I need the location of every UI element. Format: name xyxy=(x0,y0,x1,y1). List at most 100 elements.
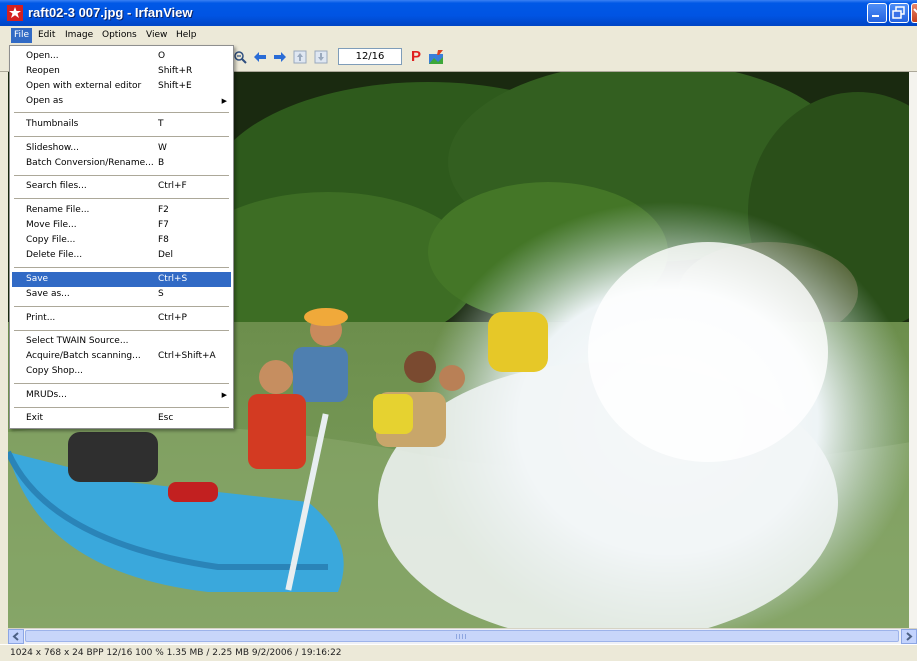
page-indicator: 12/16 xyxy=(338,48,402,65)
menu-file[interactable]: File xyxy=(11,28,33,43)
maximize-icon xyxy=(892,6,905,19)
menu-item-open-as[interactable]: Open as ▶ xyxy=(12,94,231,109)
thumb-grip xyxy=(456,634,466,639)
menu-item-print[interactable]: Print... Ctrl+P xyxy=(12,311,231,326)
close-button[interactable] xyxy=(911,3,917,23)
menu-item-label: Acquire/Batch scanning... xyxy=(26,351,141,361)
menu-bar: File Edit Image Options View Help xyxy=(0,26,917,45)
menu-item-delete-file[interactable]: Delete File... Del xyxy=(12,248,231,263)
window-title: raft02-3 007.jpg - IrfanView xyxy=(28,5,193,20)
p-button[interactable]: P xyxy=(411,48,421,65)
menu-item-label: Reopen xyxy=(26,66,60,76)
menu-item-shortcut: B xyxy=(158,158,165,168)
menu-item-shortcut: W xyxy=(158,143,167,153)
menu-item-label: Delete File... xyxy=(26,250,83,260)
menu-separator xyxy=(14,383,229,384)
menu-item-rename-file[interactable]: Rename File... F2 xyxy=(12,203,231,218)
menu-separator xyxy=(14,306,229,307)
menu-item-open[interactable]: Open... O xyxy=(12,49,231,64)
menu-item-label: Save as... xyxy=(26,289,70,299)
menu-item-shortcut: Ctrl+P xyxy=(158,313,187,323)
menu-image[interactable]: Image xyxy=(62,28,96,43)
zoom-out-icon[interactable] xyxy=(233,50,247,64)
close-icon xyxy=(913,8,917,14)
menu-item-label: MRUDs... xyxy=(26,390,67,400)
previous-arrow-icon[interactable] xyxy=(253,50,267,64)
menu-item-label: Slideshow... xyxy=(26,143,79,153)
menu-options[interactable]: Options xyxy=(99,28,140,43)
submenu-arrow-icon: ▶ xyxy=(221,97,227,105)
menu-item-shortcut: F2 xyxy=(158,205,169,215)
menu-item-label: Move File... xyxy=(26,220,77,230)
scroll-right-icon xyxy=(906,632,913,641)
scroll-left-icon xyxy=(12,632,19,641)
next-arrow-icon[interactable] xyxy=(273,50,287,64)
minimize-icon xyxy=(872,15,879,17)
menu-item-exit[interactable]: Exit Esc xyxy=(12,411,231,426)
app-logo-icon xyxy=(7,5,23,21)
menu-item-thumbnails[interactable]: Thumbnails T xyxy=(12,117,231,132)
menu-edit[interactable]: Edit xyxy=(35,28,58,43)
menu-view[interactable]: View xyxy=(143,28,170,43)
menu-item-search-files[interactable]: Search files... Ctrl+F xyxy=(12,179,231,194)
menu-item-shortcut: Esc xyxy=(158,413,174,423)
menu-separator xyxy=(14,407,229,408)
first-file-icon[interactable] xyxy=(293,50,307,64)
submenu-arrow-icon: ▶ xyxy=(221,391,227,399)
minimize-button[interactable] xyxy=(867,3,887,23)
menu-item-shortcut: Shift+E xyxy=(158,81,192,91)
menu-item-shortcut: Ctrl+Shift+A xyxy=(158,351,216,361)
menu-item-label: Thumbnails xyxy=(26,119,79,129)
menu-item-label: Search files... xyxy=(26,181,87,191)
menu-separator xyxy=(14,330,229,331)
menu-item-batch-conversion[interactable]: Batch Conversion/Rename... B xyxy=(12,156,231,171)
menu-item-save-as[interactable]: Save as... S xyxy=(12,287,231,302)
menu-item-move-file[interactable]: Move File... F7 xyxy=(12,218,231,233)
menu-help[interactable]: Help xyxy=(173,28,200,43)
scroll-right-button[interactable] xyxy=(901,629,917,644)
maximize-button[interactable] xyxy=(889,3,909,23)
menu-item-label: Open with external editor xyxy=(26,81,142,91)
menu-item-shortcut: Del xyxy=(158,250,173,260)
file-menu-dropdown: Open... O Reopen Shift+R Open with externa… xyxy=(9,45,234,429)
title-bar: raft02-3 007.jpg - IrfanView xyxy=(0,0,917,26)
scroll-left-button[interactable] xyxy=(8,629,24,644)
menu-item-shortcut: T xyxy=(158,119,164,129)
scrollbar-thumb[interactable] xyxy=(25,630,899,642)
menu-item-shortcut: F7 xyxy=(158,220,169,230)
menu-item-label: Copy File... xyxy=(26,235,76,245)
menu-item-shortcut: Shift+R xyxy=(158,66,193,76)
menu-item-select-twain[interactable]: Select TWAIN Source... xyxy=(12,334,231,349)
vertical-scrollbar[interactable] xyxy=(909,72,917,628)
menu-item-shortcut: Ctrl+F xyxy=(158,181,187,191)
menu-separator xyxy=(14,198,229,199)
menu-item-shortcut: O xyxy=(158,51,166,61)
menu-item-label: Open as xyxy=(26,96,64,106)
menu-separator xyxy=(14,267,229,268)
menu-item-label: Copy Shop... xyxy=(26,366,83,376)
menu-separator xyxy=(14,175,229,176)
menu-item-label: Open... xyxy=(26,51,59,61)
menu-separator xyxy=(14,136,229,137)
menu-item-label: Rename File... xyxy=(26,205,90,215)
menu-item-copy-shop[interactable]: Copy Shop... xyxy=(12,364,231,379)
horizontal-scrollbar[interactable] xyxy=(8,628,917,644)
menu-item-copy-file[interactable]: Copy File... F8 xyxy=(12,233,231,248)
menu-item-label: Save xyxy=(26,274,49,284)
menu-item-acquire-batch[interactable]: Acquire/Batch scanning... Ctrl+Shift+A xyxy=(12,349,231,364)
menu-item-slideshow[interactable]: Slideshow... W xyxy=(12,141,231,156)
status-bar: 1024 x 768 x 24 BPP 12/16 100 % 1.35 MB … xyxy=(0,644,917,661)
menu-separator xyxy=(14,112,229,113)
last-file-icon[interactable] xyxy=(314,50,328,64)
menu-item-save[interactable]: Save Ctrl+S xyxy=(12,272,231,287)
menu-item-shortcut: S xyxy=(158,289,164,299)
menu-item-mruds[interactable]: MRUDs... ▶ xyxy=(12,388,231,403)
menu-item-shortcut: F8 xyxy=(158,235,169,245)
status-text: 1024 x 768 x 24 BPP 12/16 100 % 1.35 MB … xyxy=(10,648,342,658)
menu-item-label: Batch Conversion/Rename... xyxy=(26,158,154,168)
menu-item-label: Print... xyxy=(26,313,56,323)
menu-item-label: Exit xyxy=(26,413,44,423)
menu-item-reopen[interactable]: Reopen Shift+R xyxy=(12,64,231,79)
menu-item-open-external[interactable]: Open with external editor Shift+E xyxy=(12,79,231,94)
paint-icon[interactable] xyxy=(428,49,444,65)
